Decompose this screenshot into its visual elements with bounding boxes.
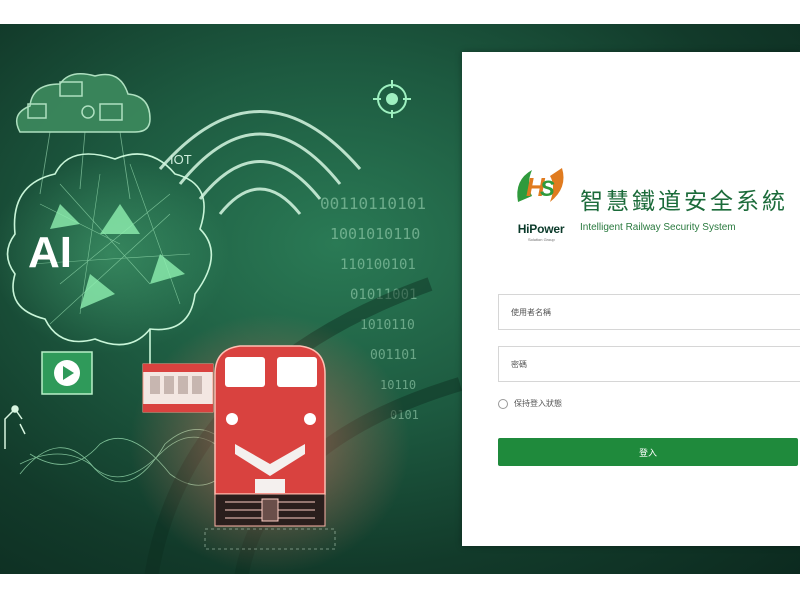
iot-label: IOT [170, 152, 192, 167]
play-icon [41, 351, 93, 395]
login-button[interactable]: 登入 [498, 438, 798, 466]
system-title: 智慧鐵道安全系統 [580, 189, 788, 215]
login-card: H S HiPower Solution Group 智慧鐵道安全系統 Inte… [462, 52, 800, 546]
train-side-car [142, 363, 214, 413]
cloud-icon [15, 73, 151, 133]
password-input[interactable] [499, 347, 800, 381]
login-screen: AI IOT 00110110101 1001010110 110100101 … [0, 24, 800, 574]
remember-me[interactable]: 保持登入狀態 [498, 398, 562, 409]
hipower-logo-icon: H S [512, 162, 568, 212]
svg-text:110100101: 110100101 [340, 257, 416, 273]
password-field [498, 346, 800, 382]
svg-text:00110110101: 00110110101 [320, 194, 426, 213]
remember-checkbox[interactable] [498, 398, 508, 409]
remember-label: 保持登入狀態 [514, 399, 562, 408]
svg-text:1010110: 1010110 [360, 318, 415, 333]
svg-text:S: S [540, 176, 555, 201]
svg-text:1001010110: 1001010110 [330, 225, 420, 243]
username-input[interactable] [499, 295, 800, 329]
system-subtitle: Intelligent Railway Security System [580, 222, 736, 233]
brand-name: HiPower [517, 222, 565, 236]
brand-tagline: Solution Group [528, 237, 555, 242]
crosshair-icon [373, 80, 411, 118]
ai-label: AI [28, 228, 72, 277]
robot-arm-icon [4, 405, 26, 449]
username-field [498, 294, 800, 330]
locomotive-icon [214, 345, 326, 527]
